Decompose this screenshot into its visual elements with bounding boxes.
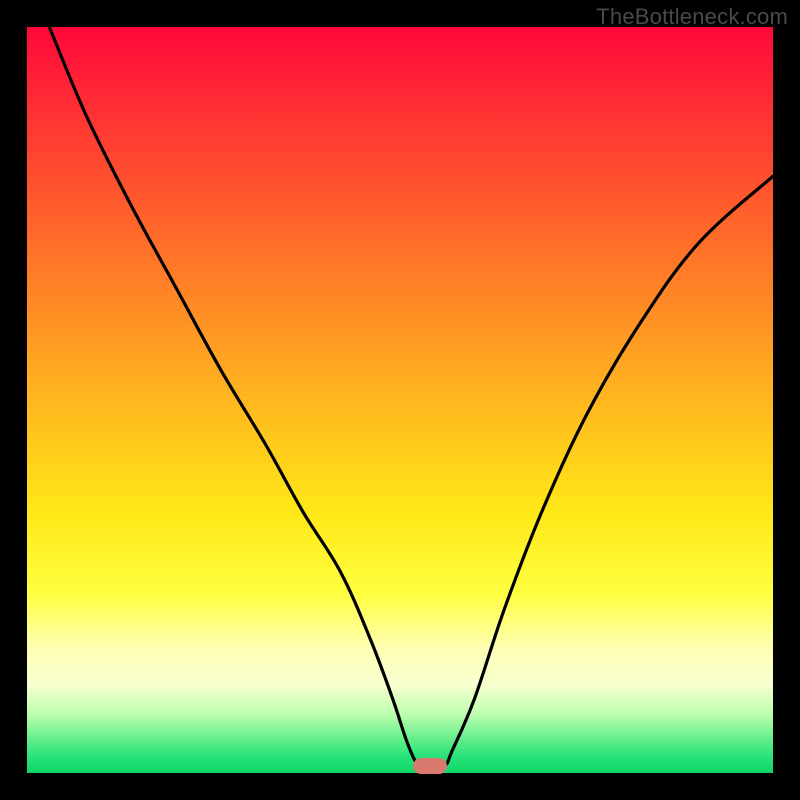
optimum-marker <box>413 758 447 774</box>
chart-frame: TheBottleneck.com <box>0 0 800 800</box>
chart-plot-area <box>27 27 773 773</box>
curve-path <box>49 27 773 767</box>
bottleneck-curve <box>27 27 773 773</box>
watermark-text: TheBottleneck.com <box>596 4 788 30</box>
